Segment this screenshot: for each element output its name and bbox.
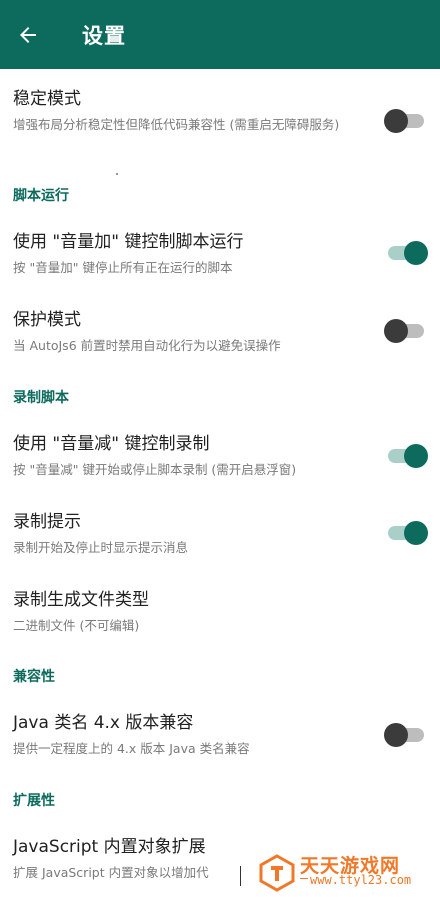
category-script-run: 脚本运行 bbox=[13, 188, 69, 204]
category-compat: 兼容性 bbox=[13, 669, 55, 685]
pref-java-compat[interactable]: Java 类名 4.x 版本兼容 提供一定程度上的 4.x 版本 Java 类名… bbox=[0, 712, 440, 762]
pref-protect-mode[interactable]: 保护模式 当 AutoJs6 前置时禁用自动化行为以避免误操作 bbox=[0, 309, 440, 359]
back-button[interactable] bbox=[0, 0, 56, 69]
pref-summary: 当 AutoJs6 前置时禁用自动化行为以避免误操作 bbox=[13, 338, 281, 353]
protect-mode-switch[interactable] bbox=[384, 316, 428, 344]
stray-dot bbox=[116, 173, 118, 175]
volume-up-switch[interactable] bbox=[384, 238, 428, 266]
pref-stable-mode[interactable]: 稳定模式 增强布局分析稳定性但降低代码兼容性 (需重启无障碍服务) bbox=[0, 88, 440, 158]
pref-title: 使用 "音量减" 键控制录制 bbox=[13, 434, 210, 454]
watermark-rule bbox=[300, 878, 308, 879]
pref-volume-up[interactable]: 使用 "音量加" 键控制脚本运行 按 "音量加" 键停止所有正在运行的脚本 bbox=[0, 231, 440, 281]
volume-down-switch[interactable] bbox=[384, 441, 428, 469]
pref-summary: 二进制文件 (不可编辑) bbox=[13, 618, 140, 633]
pref-summary: 增强布局分析稳定性但降低代码兼容性 (需重启无障碍服务) bbox=[13, 117, 340, 132]
stable-mode-switch[interactable] bbox=[384, 106, 428, 134]
pref-volume-down[interactable]: 使用 "音量减" 键控制录制 按 "音量减" 键开始或停止脚本录制 (需开启悬浮… bbox=[0, 433, 440, 483]
pref-summary: 扩展 JavaScript 内置对象以增加代 bbox=[13, 865, 209, 880]
pref-title: 录制提示 bbox=[13, 512, 81, 532]
category-extension: 扩展性 bbox=[13, 793, 55, 809]
pref-summary: 按 "音量加" 键停止所有正在运行的脚本 bbox=[13, 260, 233, 275]
page-title: 设置 bbox=[82, 23, 126, 48]
pref-title: 录制生成文件类型 bbox=[13, 590, 149, 610]
watermark-logo-icon bbox=[259, 854, 295, 892]
app-bar: 设置 bbox=[0, 0, 440, 69]
pref-title: Java 类名 4.x 版本兼容 bbox=[13, 713, 194, 733]
pref-title: JavaScript 内置对象扩展 bbox=[13, 837, 206, 857]
category-record: 录制脚本 bbox=[13, 390, 69, 406]
pref-summary: 按 "音量减" 键开始或停止脚本录制 (需开启悬浮窗) bbox=[13, 462, 297, 477]
pref-summary: 录制开始及停止时显示提示消息 bbox=[13, 540, 189, 555]
java-compat-switch[interactable] bbox=[384, 720, 428, 748]
pref-title: 保护模式 bbox=[13, 310, 81, 330]
pref-title: 稳定模式 bbox=[13, 89, 81, 109]
text-cursor bbox=[240, 866, 241, 886]
pref-title: 使用 "音量加" 键控制脚本运行 bbox=[13, 232, 244, 252]
watermark: 天天游戏网 www.ttyl23.com bbox=[254, 848, 440, 897]
pref-summary: 提供一定程度上的 4.x 版本 Java 类名兼容 bbox=[13, 741, 250, 756]
pref-record-tip[interactable]: 录制提示 录制开始及停止时显示提示消息 bbox=[0, 511, 440, 561]
record-tip-switch[interactable] bbox=[384, 518, 428, 546]
pref-record-file-type[interactable]: 录制生成文件类型 二进制文件 (不可编辑) bbox=[0, 589, 440, 639]
arrow-left-icon bbox=[20, 26, 36, 43]
watermark-url: www.ttyl23.com bbox=[310, 873, 412, 887]
